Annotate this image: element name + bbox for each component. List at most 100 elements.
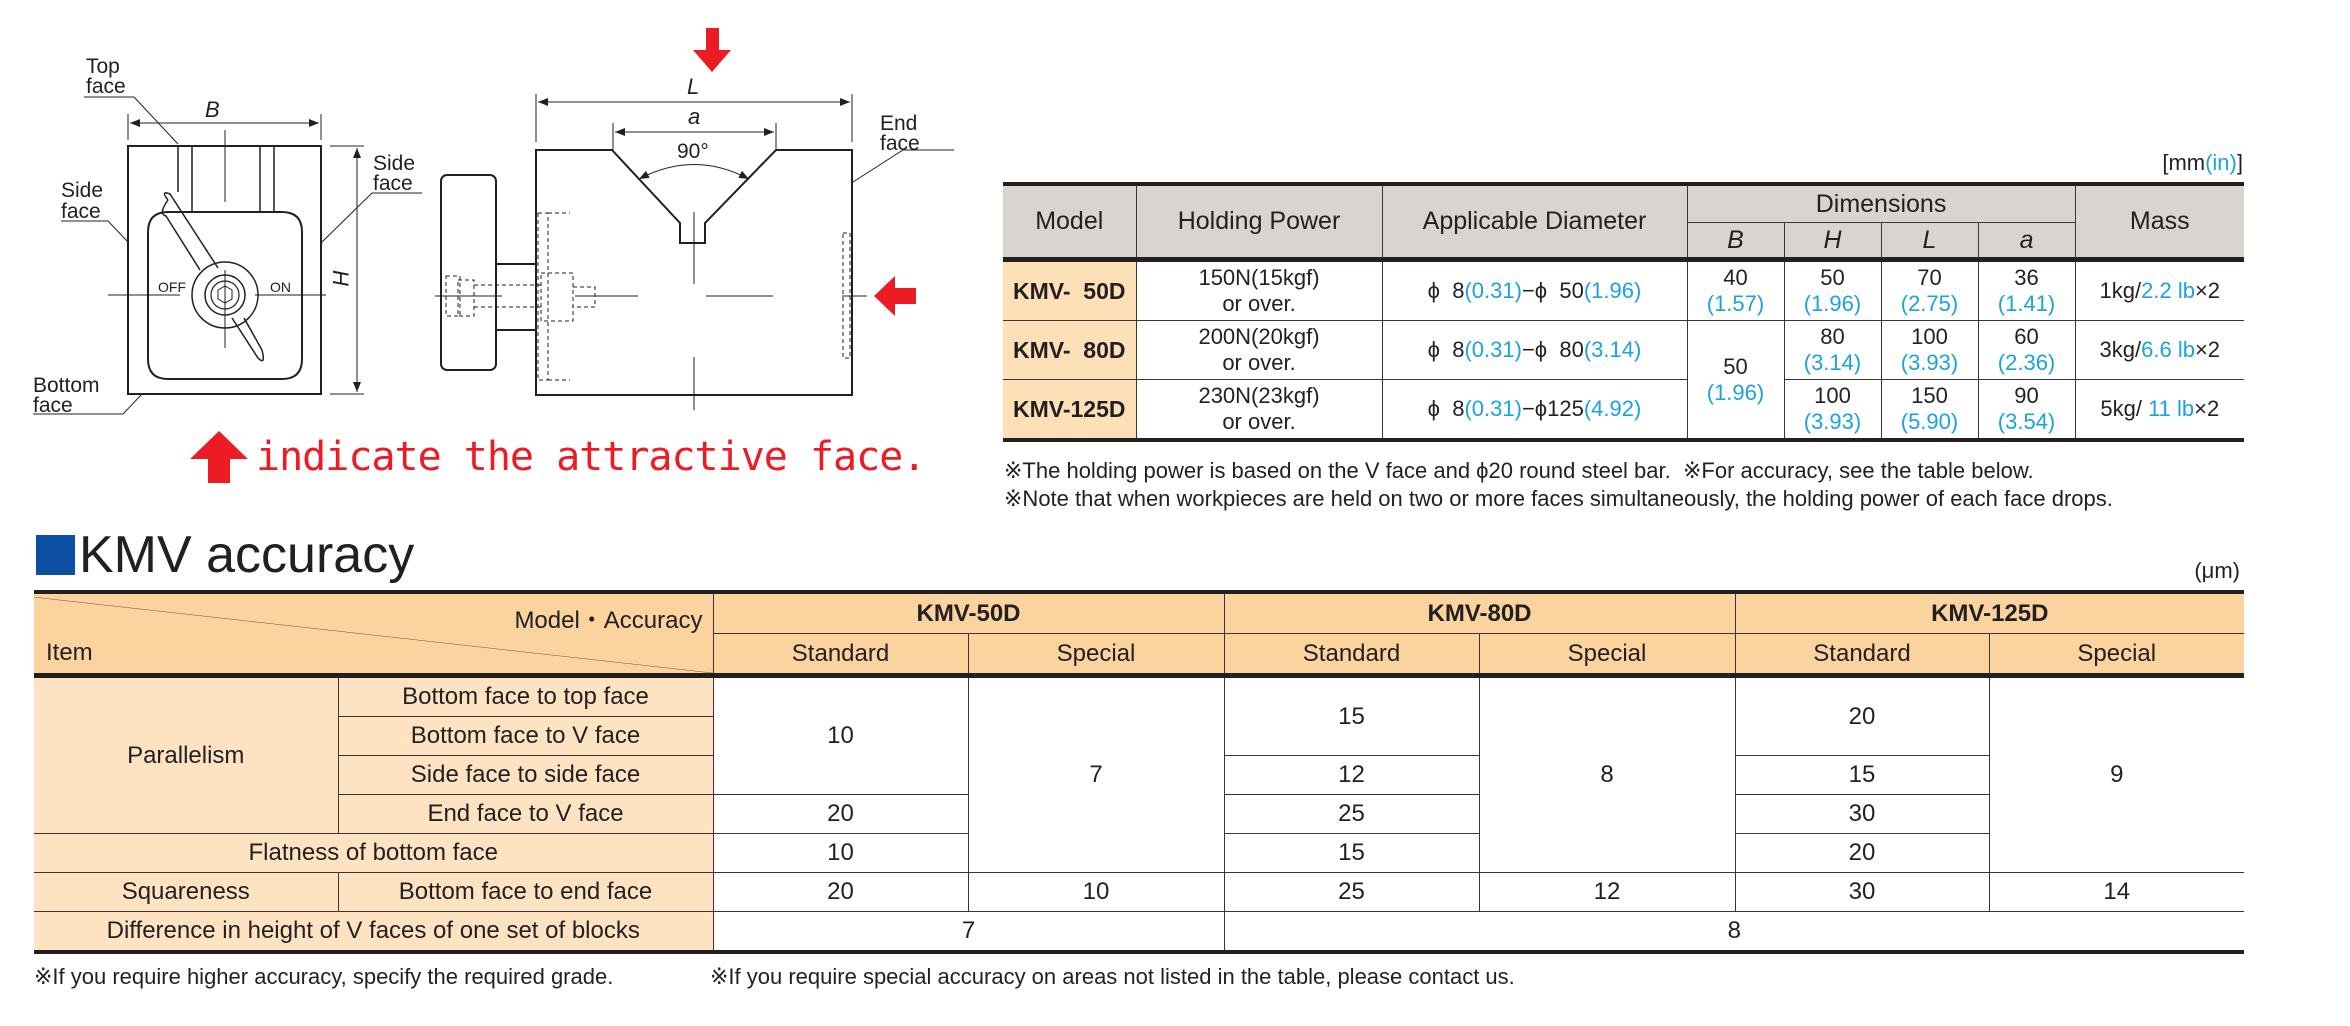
angle-label: 90° [677,140,709,163]
corner-model-accuracy: Model・Accuracy [514,607,703,634]
unit-label: [mm(in)] [2162,150,2243,175]
spec-row: KMV- 50D 150N(15kgf) or over. ϕ 8(0.31)−ϕ… [1003,259,2245,321]
dim-a-label: a [688,104,700,129]
value-cell: 25 [1223,872,1480,912]
col-applicable-diameter: Applicable Diameter [1381,183,1688,260]
side-view-drawing [440,149,853,396]
section-title: KMV accuracy [79,526,415,584]
dim-l-cell: 150 (5.90) [1880,379,1979,441]
grade-special: Special [967,633,1225,676]
diameter-cell: ϕ 8(0.31)−ϕ 50(1.96) [1381,259,1688,321]
dim-b-cell: 50 (1.96) [1686,320,1785,441]
caption-text: indicate the attractive face. [256,434,926,480]
diameter-cell: ϕ 8(0.31)−ϕ125(4.92) [1381,379,1688,441]
accuracy-note-1: ※If you require higher accuracy, specify… [34,964,614,989]
col-dim-a: a [1977,222,2076,260]
value-cell: 8 [1478,675,1736,873]
col-dimensions: Dimensions [1686,183,2076,223]
dim-l-cell: 70 (2.75) [1880,259,1979,321]
spec-note-1: ※The holding power is based on the V fac… [1004,458,2034,483]
mass-cell: 3kg/6.6 lb×2 [2074,320,2245,380]
group-squareness: Squareness [34,872,339,912]
spec-row: KMV- 80D 200N(20kgf) or over. ϕ 8(0.31)−ϕ… [1003,320,2245,441]
value-cell: 12 [1478,872,1736,912]
item-end-to-v: End face to V face [338,794,714,834]
value-cell: 15 [1223,675,1480,756]
grade-standard: Standard [1734,633,1990,676]
dim-b-label: B [205,97,220,122]
hidden-lines [445,212,851,381]
col-dim-b: B [1687,222,1785,260]
item-side-to-side: Side face to side face [338,755,714,795]
dim-h-cell: 80 (3.14) [1783,320,1882,380]
off-label: OFF [158,279,186,295]
attraction-arrow-down-icon [693,28,731,72]
value-cell: 14 [1988,872,2244,912]
spec-table: Model Holding Power Applicable Diameter … [1003,182,2245,442]
mass-cell: 5kg/ 11 lb×2 [2074,379,2245,441]
value-cell: 30 [1734,872,1990,912]
holding-power-cell: 230N(23kgf) or over. [1135,379,1383,441]
group-height-diff: Difference in height of V faces of one s… [34,911,714,953]
item-bottom-to-end: Bottom face to end face [337,872,714,912]
value-cell: 9 [1988,675,2244,873]
value-cell: 12 [1223,755,1480,795]
accuracy-table: Model・Accuracy Item KMV-50D KMV-80D KMV-… [34,590,2244,954]
dim-l-cell: 100 (3.93) [1880,320,1979,380]
face-leaders [33,96,954,415]
item-bottom-to-v: Bottom face to V face [338,716,713,756]
attraction-arrow-left-icon [874,276,916,316]
value-cell: 25 [1223,794,1480,834]
group-parallelism: Parallelism [34,675,339,834]
value-cell: 10 [967,872,1225,912]
spec-note-2: ※Note that when workpieces are held on t… [1004,486,2113,511]
holding-power-cell: 200N(20kgf) or over. [1135,320,1383,380]
item-bottom-to-top: Bottom face to top face [337,675,714,717]
dim-h-cell: 100 (3.93) [1783,379,1882,441]
value-cell: 30 [1734,794,1989,834]
end-view-drawing [108,130,326,395]
spec-row: KMV-125D 230N(23kgf) or over. ϕ 8(0.31)−ϕ… [1003,379,2245,441]
model-kmv-125d: KMV-125D [1734,591,2244,634]
table-row: Squareness Bottom face to end face 20 10… [34,872,2244,912]
table-row: Difference in height of V faces of one s… [34,911,2244,953]
corner-item: Item [46,639,93,666]
center-lines [435,212,867,410]
value-cell: 20 [712,872,969,912]
col-dim-l: L [1880,222,1979,260]
top-face-label: Top face [86,55,126,98]
model-kmv-80d: KMV-80D [1223,591,1736,634]
attractive-face-caption: indicate the attractive face. [190,431,926,483]
dim-a-cell: 90 (3.54) [1977,379,2076,441]
model-cell: KMV-125D [1003,379,1137,441]
accuracy-note-2: ※If you require special accuracy on area… [710,964,1515,989]
bottom-face-label: Bottom face [33,374,100,417]
diameter-cell: ϕ 8(0.31)−ϕ 80(3.14) [1381,320,1688,380]
side-face-left-label: Side face [61,179,103,223]
value-cell: 20 [1734,675,1990,756]
group-flatness: Flatness of bottom face [34,833,714,873]
accuracy-unit-label: (μm) [2194,558,2240,583]
end-face-label: End face [880,112,920,155]
attraction-arrow-up-icon [190,431,248,483]
on-label: ON [270,279,291,295]
corner-header: Model・Accuracy Item [34,591,714,676]
col-model: Model [1003,183,1137,260]
value-cell: 10 [712,675,969,795]
dim-a-cell: 60 (2.36) [1977,320,2076,380]
value-cell: 7 [967,675,1225,873]
value-cell: 20 [712,794,969,834]
dim-l-label: L [687,74,699,99]
dim-a-cell: 36 (1.41) [1977,259,2076,321]
model-cell: KMV- 50D [1003,259,1137,321]
holding-power-cell: 150N(15kgf) or over. [1135,259,1383,321]
product-diagrams: OFF ON B H Top face Side face Side face Bot… [33,28,954,417]
value-cell: 8 [1223,911,2244,953]
col-dim-h: H [1783,222,1882,260]
col-mass: Mass [2074,183,2245,260]
table-row: Parallelism Bottom face to top face 10 7… [34,675,2244,873]
model-cell: KMV- 80D [1003,320,1137,380]
model-kmv-50d: KMV-50D [712,591,1225,634]
grade-special: Special [1988,633,2244,676]
dim-h-label: H [328,270,353,286]
